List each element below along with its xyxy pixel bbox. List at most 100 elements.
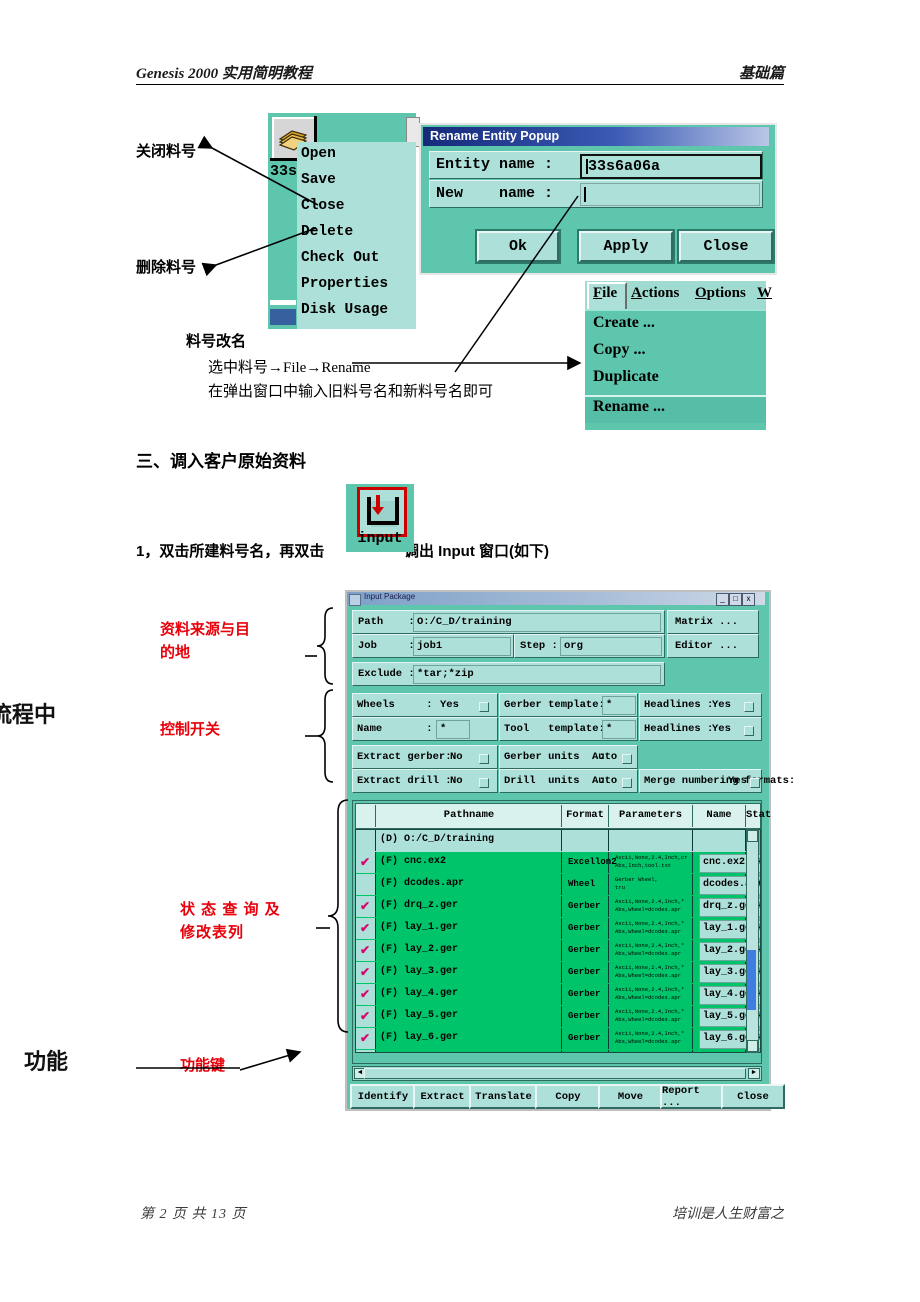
headlines-dropdown-icon-1[interactable]: [744, 702, 754, 712]
copy-button[interactable]: Copy: [535, 1084, 601, 1109]
extract-drill-dropdown-icon[interactable]: [479, 778, 489, 788]
table-header-row: Pathname Format Parameters Name Stat: [355, 803, 771, 829]
table-row[interactable]: ✔ (F) cnc.ex2 Excellon2 Ascii,None,2.4,Inch…: [356, 852, 760, 875]
row-checkbox[interactable]: ✔: [356, 962, 376, 983]
menubar-item-actions[interactable]: Actions: [631, 285, 679, 302]
column-header-pathname[interactable]: Pathname: [378, 809, 560, 821]
horizontal-scroll-thumb[interactable]: [364, 1068, 746, 1079]
file-menu-item-duplicate[interactable]: Duplicate: [593, 368, 659, 386]
close-button-input[interactable]: Close: [721, 1084, 785, 1109]
file-menu-item-create[interactable]: Create ...: [593, 314, 655, 332]
file-menu-item-copy[interactable]: Copy ...: [593, 341, 645, 359]
merge-numbering-dropdown-icon[interactable]: [750, 778, 760, 788]
menubar-item-options[interactable]: Options: [695, 285, 746, 302]
row-checkbox[interactable]: [356, 830, 376, 851]
apply-button[interactable]: Apply: [577, 229, 675, 264]
wheels-dropdown-icon[interactable]: [479, 702, 489, 712]
column-header-name[interactable]: Name: [693, 809, 745, 821]
editor-button[interactable]: Editor ...: [667, 634, 759, 658]
name-input[interactable]: *: [436, 720, 470, 739]
entity-name-input[interactable]: 33s6a06a: [580, 154, 762, 179]
table-row[interactable]: (F) dcodes.apr Wheel Gerber Wheel, tru dcode…: [356, 874, 760, 897]
menu-item-open[interactable]: Open: [301, 146, 336, 162]
tool-template-input[interactable]: *: [602, 720, 636, 739]
menu-item-properties[interactable]: Properties: [301, 276, 388, 292]
scroll-right-button[interactable]: ►: [748, 1068, 760, 1079]
vertical-scroll-thumb[interactable]: [747, 950, 756, 1010]
step-input[interactable]: org: [560, 637, 662, 656]
row-checkbox[interactable]: ✔: [356, 940, 376, 961]
table-horizontal-scrollbar[interactable]: ◄ ►: [352, 1066, 762, 1081]
gerber-units-row: Gerber units : Auto: [499, 745, 638, 769]
row-checkbox[interactable]: ✔: [356, 1028, 376, 1049]
row-checkbox[interactable]: ✔: [356, 1006, 376, 1027]
row-checkbox[interactable]: ✔: [356, 918, 376, 939]
menu-item-close[interactable]: Close: [301, 198, 345, 214]
exclude-input[interactable]: *tar;*zip: [413, 665, 661, 684]
ok-button[interactable]: Ok: [475, 229, 561, 264]
rename-entity-popup: Rename Entity Popup Entity name : 33s6a0…: [419, 123, 777, 275]
close-window-button[interactable]: x: [742, 593, 755, 606]
extract-gerber-dropdown-icon[interactable]: [479, 754, 489, 764]
name-label: Name :: [357, 723, 433, 735]
table-row[interactable]: ✔ (F) lay_6.ger Gerber Ascii,None,2.4,Inch,…: [356, 1028, 760, 1051]
extract-button[interactable]: Extract: [413, 1084, 472, 1109]
file-dropdown[interactable]: Create ... Copy ... Duplicate Rename ...: [585, 309, 766, 430]
column-header-status[interactable]: Stat: [746, 809, 771, 821]
table-row[interactable]: ✔ (F) lay_3.ger Gerber Ascii,None,2.4,Inch,…: [356, 962, 760, 985]
menu-item-delete[interactable]: Delete: [301, 224, 353, 240]
context-menu[interactable]: Open Save Close Delete Check Out Propert…: [297, 142, 416, 329]
entity-name-row: Entity name : 33s6a06a: [429, 151, 763, 179]
translate-button[interactable]: Translate: [469, 1084, 538, 1109]
edge-bleed-artifact-2: 功能: [24, 1049, 69, 1074]
system-menu-icon[interactable]: [349, 593, 361, 606]
table-row[interactable]: ✔(F) lay_7.gerGerberAscii,None,2.4,Inch,…: [356, 1050, 750, 1052]
gerber-units-dropdown-icon[interactable]: [622, 754, 632, 764]
panel-statusbar: [270, 309, 296, 325]
row-checkbox[interactable]: [356, 874, 376, 895]
table-row[interactable]: ✔ (F) drq_z.ger Gerber Ascii,None,2.4,Inch,…: [356, 896, 760, 919]
path-input[interactable]: O:/C_D/training: [413, 613, 661, 632]
menubar-item-file[interactable]: FFileile: [593, 285, 617, 302]
drill-units-dropdown-icon[interactable]: [622, 778, 632, 788]
report-button[interactable]: Report ...: [660, 1084, 724, 1109]
row-checkbox[interactable]: ✔: [356, 984, 376, 1005]
scroll-up-button[interactable]: [747, 830, 758, 842]
red-annotation-table-line1: 状 态 查 询 及: [180, 901, 281, 918]
menu-item-check-out[interactable]: Check Out: [301, 250, 379, 266]
column-header-parameters[interactable]: Parameters: [609, 809, 692, 821]
table-row[interactable]: ✔ (F) lay_4.ger Gerber Ascii,None,2.4,Inch,…: [356, 984, 760, 1007]
move-button[interactable]: Move: [598, 1084, 663, 1109]
input-window-titlebar[interactable]: Input Package _ □ x: [347, 592, 765, 606]
file-menu-item-rename[interactable]: Rename ...: [593, 398, 665, 416]
document-footer: 第 2 页 共 13 页 培训是人生财富之: [136, 1203, 784, 1227]
table-row[interactable]: (D) O:/C_D/training: [356, 830, 750, 853]
headlines-dropdown-icon-2[interactable]: [744, 726, 754, 736]
menu-item-disk-usage[interactable]: Disk Usage: [301, 302, 388, 318]
gerber-template-input[interactable]: *: [602, 696, 636, 715]
table-row[interactable]: ✔ (F) lay_2.ger Gerber Ascii,None,2.4,Inch,…: [356, 940, 760, 963]
new-name-input[interactable]: [580, 183, 760, 206]
drill-units-value: Auto: [592, 775, 618, 787]
input-import-icon[interactable]: input: [346, 484, 414, 552]
table-row[interactable]: ✔ (F) lay_1.ger Gerber Ascii,None,2.4,Inch,…: [356, 918, 760, 941]
identify-button[interactable]: Identify: [350, 1084, 416, 1109]
maximize-button[interactable]: □: [729, 593, 742, 606]
menu-item-save[interactable]: Save: [301, 172, 336, 188]
row-checkbox[interactable]: ✔: [356, 852, 376, 873]
table-row[interactable]: ✔ (F) lay_5.ger Gerber Ascii,None,2.4,Inch,…: [356, 1006, 760, 1029]
annotation-rename-line1: 选中料号→File→Rename: [208, 360, 371, 376]
row-checkbox[interactable]: ✔: [356, 896, 376, 917]
extract-drill-value: No: [450, 775, 463, 787]
job-input[interactable]: job1: [413, 637, 511, 656]
matrix-button[interactable]: Matrix ...: [667, 610, 759, 634]
row-checkbox[interactable]: ✔: [356, 1050, 376, 1052]
menubar-item-windows[interactable]: W: [757, 285, 772, 302]
table-body[interactable]: (D) O:/C_D/training ✔ (F) cnc.ex2 Excellon2…: [355, 829, 761, 1053]
close-button-label: Close: [679, 231, 773, 262]
minimize-button[interactable]: _: [716, 593, 729, 606]
table-vertical-scrollbar[interactable]: [746, 829, 759, 1053]
column-header-format[interactable]: Format: [562, 809, 608, 821]
close-button[interactable]: Close: [677, 229, 775, 264]
scroll-down-button[interactable]: [747, 1040, 758, 1052]
